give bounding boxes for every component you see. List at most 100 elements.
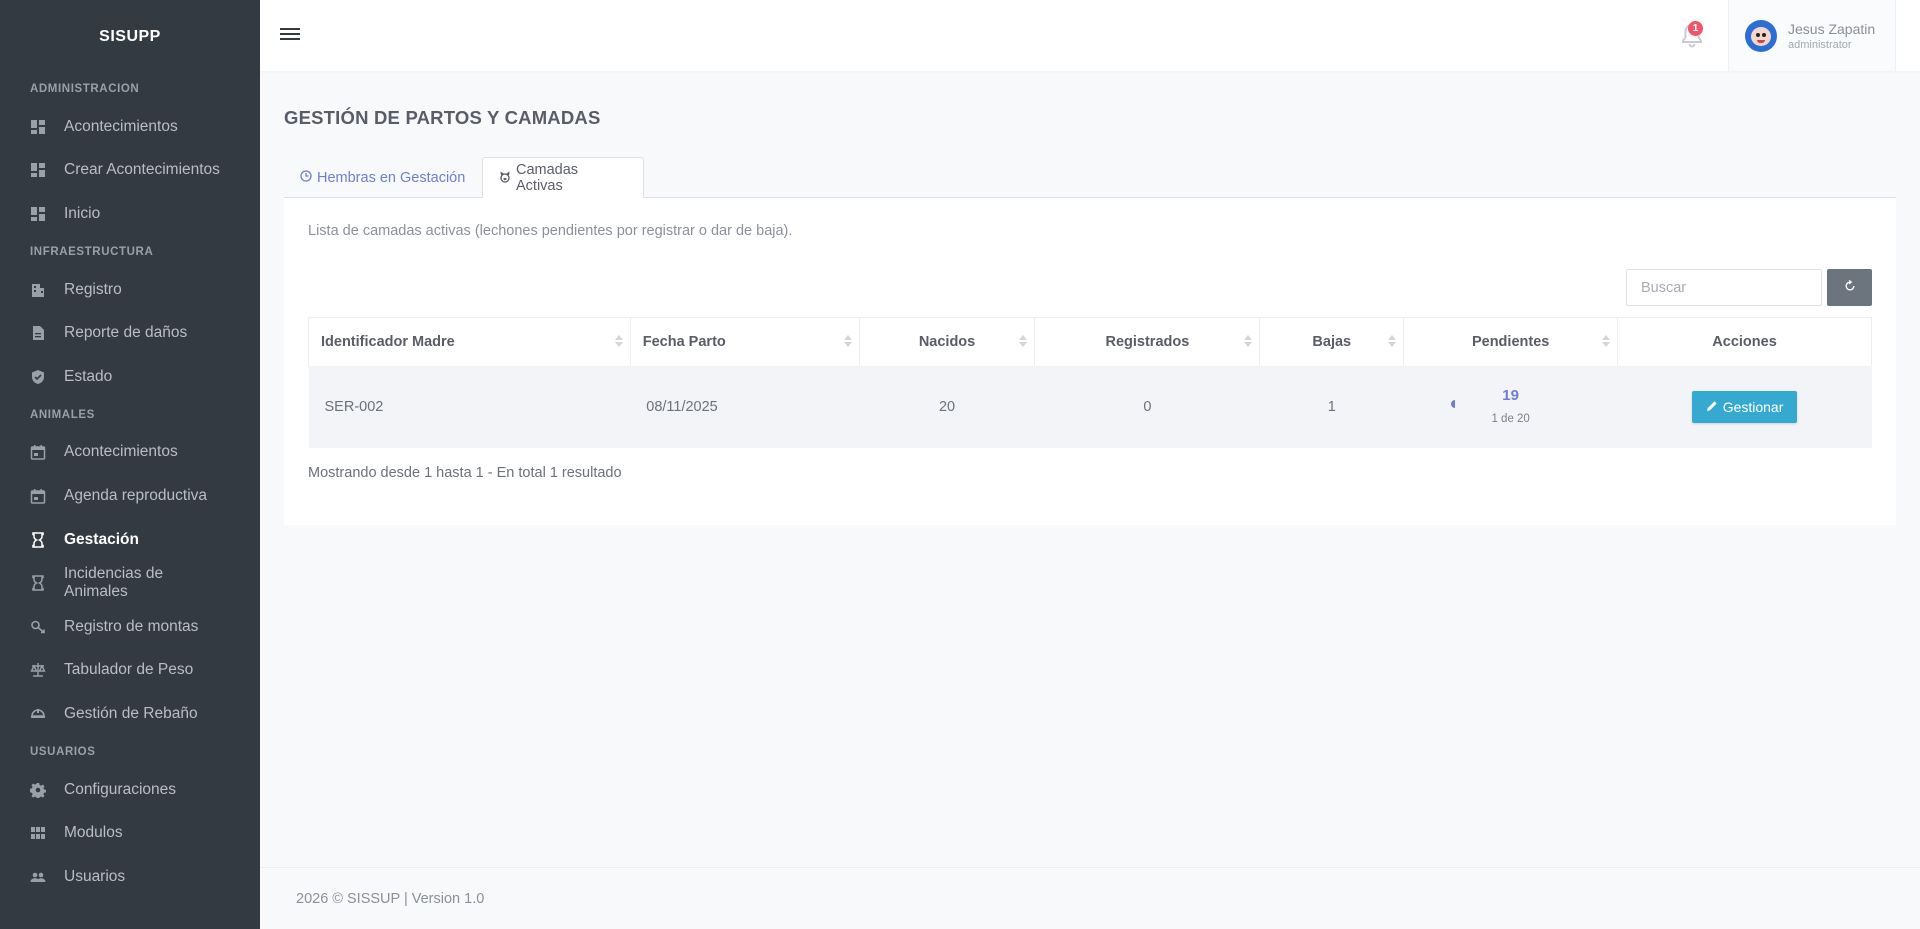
calendar-icon — [30, 444, 46, 461]
notification-badge: 1 — [1688, 21, 1703, 36]
building-icon — [30, 282, 46, 298]
cell-madre: SER-002 — [308, 365, 631, 448]
footer: 2026 © SISSUP | Version 1.0 — [260, 867, 1920, 929]
cell-bajas: 1 — [1259, 365, 1404, 448]
tab-hembras-gestacion[interactable]: Hembras en Gestación — [284, 157, 481, 198]
sort-icon — [843, 335, 852, 349]
topbar: 1 Jesus Zapatin administrator — [260, 0, 1920, 71]
sidebar-item-registro[interactable]: Registro — [0, 268, 260, 312]
sidebar-item-label: Estado — [64, 367, 113, 385]
brand-logo[interactable]: SISUPP — [0, 0, 260, 73]
cell-fecha: 08/11/2025 — [630, 365, 860, 448]
sidebar-item-label: Acontecimientos — [64, 117, 178, 135]
sidebar-item-modulos[interactable]: Modulos — [0, 811, 260, 855]
sidebar-item-acontecimientos-animales[interactable]: Acontecimientos — [0, 431, 260, 475]
cell-nacidos: 20 — [859, 365, 1035, 448]
gear-icon — [30, 782, 46, 798]
sidebar-item-label: Acontecimientos — [64, 443, 178, 461]
description-text: Lista de camadas activas (lechones pendi… — [308, 223, 793, 239]
tabs: Hembras en Gestación Camadas Activas — [284, 157, 1896, 199]
tab-camadas-activas[interactable]: Camadas Activas — [482, 157, 644, 199]
cell-acciones: Gestionar — [1617, 365, 1872, 448]
sidebar-item-label: Gestación — [64, 530, 139, 548]
sidebar-item-label: Modulos — [64, 824, 123, 842]
sidebar-item-label: Incidencias de Animales — [64, 565, 164, 601]
sidebar-item-label: Tabulador de Peso — [64, 661, 194, 679]
shield-check-icon — [30, 369, 46, 385]
section-administracion: ADMINISTRACION — [30, 83, 140, 95]
sort-icon — [1602, 335, 1611, 349]
dashboard-icon — [30, 119, 46, 135]
gestionar-label: Gestionar — [1722, 398, 1784, 415]
tab-label: Hembras en Gestación — [317, 169, 466, 186]
user-name: Jesus Zapatin — [1788, 20, 1876, 37]
clock-icon — [300, 170, 312, 185]
hourglass-icon — [30, 531, 46, 548]
col-identificador-madre[interactable]: Identificador Madre — [308, 317, 631, 366]
sidebar-item-label: Agenda reproductiva — [64, 486, 208, 504]
search-input[interactable] — [1626, 269, 1822, 306]
sidebar-item-crear-acontecimientos[interactable]: Crear Acontecimientos — [0, 149, 260, 193]
sidebar-item-inicio[interactable]: Inicio — [0, 192, 260, 236]
camadas-table: Identificador Madre Fecha Parto Nacidos … — [308, 317, 1872, 448]
col-registrados[interactable]: Registrados — [1034, 317, 1261, 366]
user-menu[interactable]: Jesus Zapatin administrator — [1728, 0, 1896, 71]
user-role: administrator — [1788, 38, 1852, 51]
pendientes-subtext: 1 de 20 — [1491, 413, 1530, 425]
scale-icon — [30, 662, 46, 678]
gender-icon — [30, 619, 46, 635]
progress-indicator — [1451, 400, 1456, 408]
menu-toggle-icon[interactable] — [280, 25, 300, 45]
col-pendientes[interactable]: Pendientes — [1403, 317, 1619, 366]
sort-icon — [614, 335, 623, 349]
sidebar-item-tabulador-peso[interactable]: Tabulador de Peso — [0, 649, 260, 693]
page-title: GESTIÓN DE PARTOS Y CAMADAS — [284, 107, 601, 128]
refresh-icon — [1844, 279, 1856, 295]
gestionar-button[interactable]: Gestionar — [1691, 390, 1798, 423]
camadas-card: Lista de camadas activas (lechones pendi… — [284, 198, 1896, 525]
sidebar-item-agenda-reproductiva[interactable]: Agenda reproductiva — [0, 474, 260, 518]
sidebar-item-label: Registro de montas — [64, 617, 199, 635]
sidebar-item-label: Crear Acontecimientos — [64, 161, 220, 179]
sidebar-item-label: Inicio — [64, 204, 101, 222]
sidebar-item-gestion-rebano[interactable]: Gestión de Rebaño — [0, 692, 260, 736]
sort-icon — [1388, 335, 1397, 349]
helmet-icon — [30, 706, 46, 722]
table-header-row: Identificador Madre Fecha Parto Nacidos … — [308, 317, 1872, 366]
sort-icon — [1244, 335, 1253, 349]
sidebar-item-gestacion[interactable]: Gestación — [0, 518, 260, 562]
dashboard-icon — [30, 206, 46, 222]
footer-text: 2026 © SISSUP | Version 1.0 — [296, 890, 485, 907]
grid-icon — [30, 825, 46, 841]
sidebar-item-configuraciones[interactable]: Configuraciones — [0, 768, 260, 812]
pencil-icon — [1706, 399, 1723, 415]
sidebar-item-label: Gestión de Rebaño — [64, 704, 198, 722]
hourglass-icon — [30, 575, 46, 591]
sidebar-item-label: Configuraciones — [64, 780, 177, 798]
sidebar-item-estado[interactable]: Estado — [0, 355, 260, 399]
sidebar-item-incidencias[interactable]: Incidencias de Animales — [0, 561, 260, 605]
refresh-button[interactable] — [1827, 269, 1872, 306]
col-bajas[interactable]: Bajas — [1259, 317, 1405, 366]
pendientes-count: 19 — [1502, 387, 1519, 404]
cell-registrados: 0 — [1034, 365, 1260, 448]
avatar — [1745, 19, 1777, 52]
table-row: SER-002 08/11/2025 20 0 1 19 1 de 20 Ges… — [308, 365, 1872, 448]
piglet-icon — [499, 170, 511, 186]
sort-icon — [1019, 335, 1028, 349]
col-fecha-parto[interactable]: Fecha Parto — [629, 317, 860, 366]
section-infraestructura: INFRAESTRUCTURA — [30, 245, 154, 258]
calendar-icon — [30, 488, 46, 504]
col-acciones: Acciones — [1617, 317, 1872, 366]
sidebar-item-registro-montas[interactable]: Registro de montas — [0, 605, 260, 649]
document-icon — [30, 325, 46, 341]
sidebar: SISUPP ADMINISTRACION Acontecimientos Cr… — [0, 0, 260, 929]
cell-pendientes: 19 1 de 20 — [1403, 365, 1618, 448]
sidebar-item-reporte-danos[interactable]: Reporte de daños — [0, 311, 260, 355]
col-nacidos[interactable]: Nacidos — [858, 317, 1036, 366]
sidebar-item-usuarios[interactable]: Usuarios — [0, 855, 260, 899]
dashboard-icon — [30, 162, 46, 178]
sidebar-item-acontecimientos-admin[interactable]: Acontecimientos — [0, 105, 260, 149]
tab-label: Camadas Activas — [516, 162, 579, 194]
section-usuarios: USUARIOS — [30, 745, 96, 758]
